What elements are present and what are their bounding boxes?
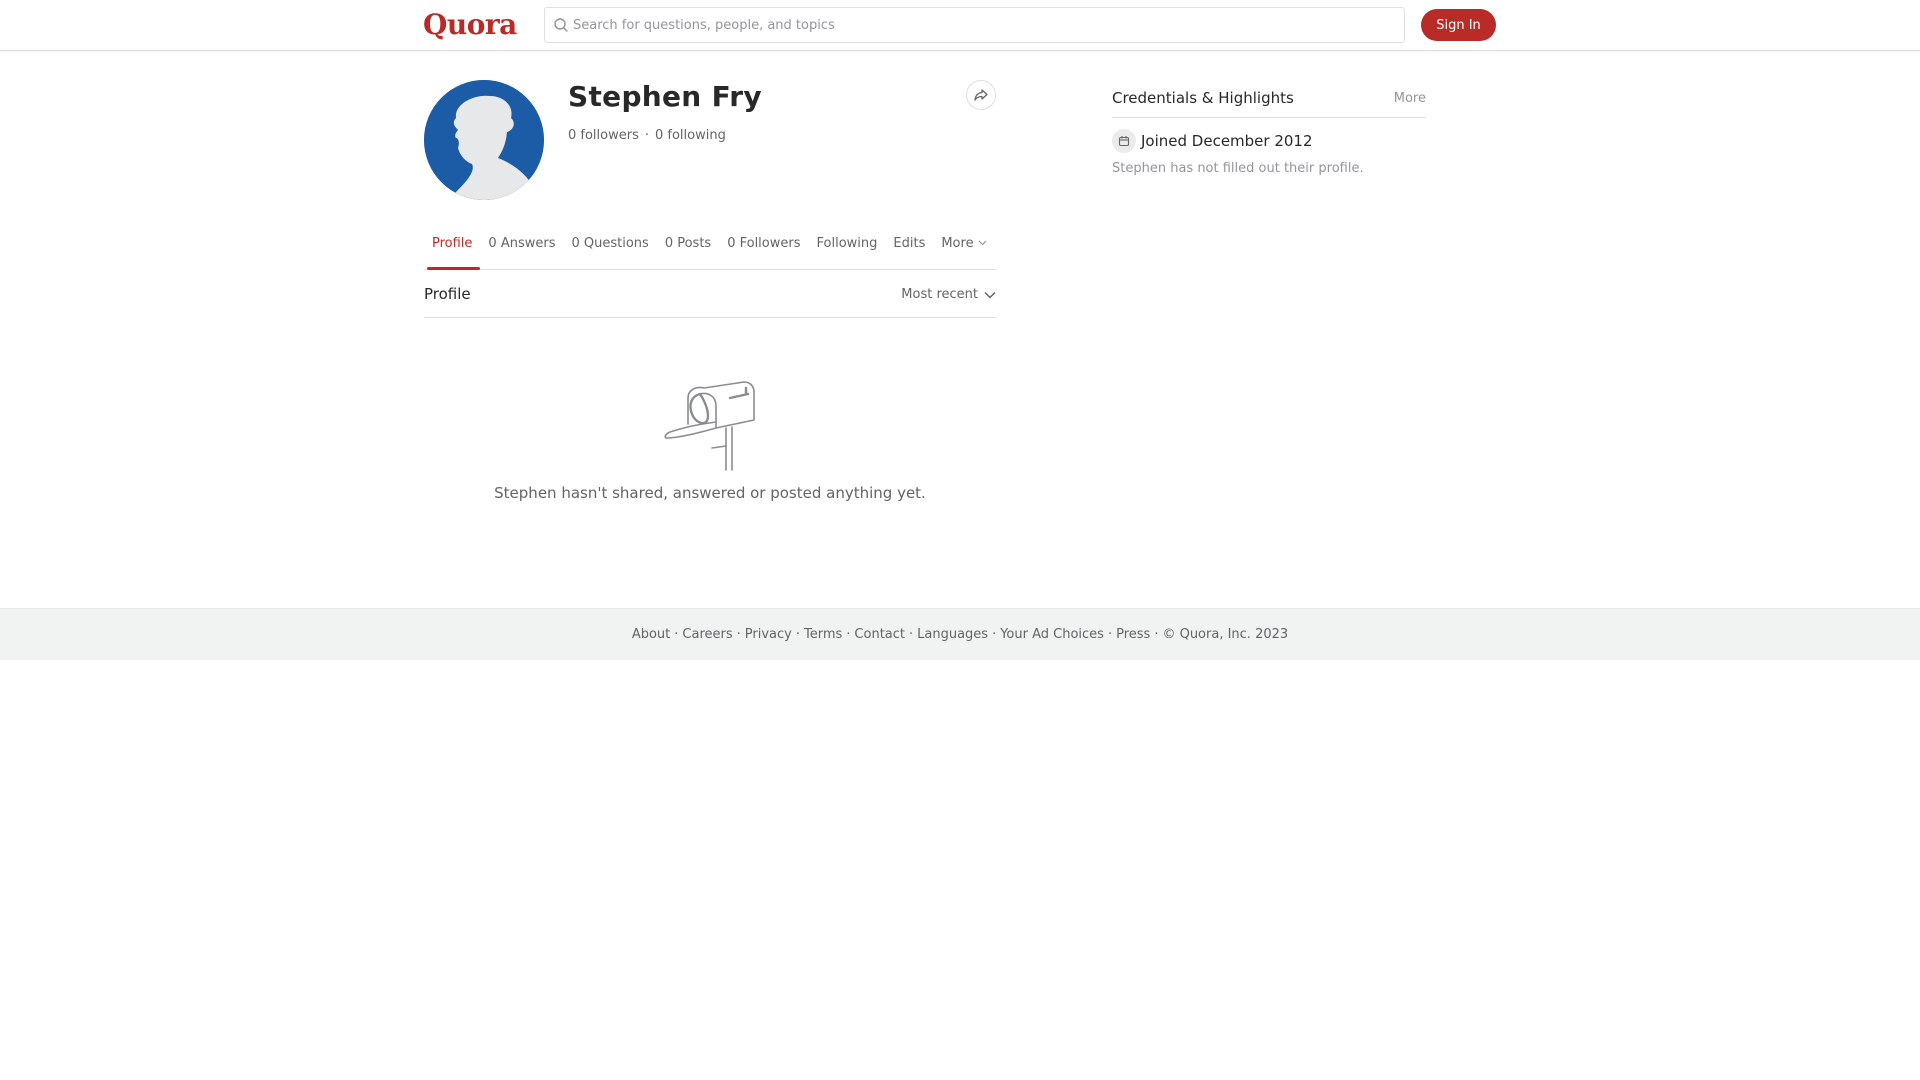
footer-link-contact[interactable]: Contact: [854, 627, 905, 642]
quora-logo[interactable]: Quora: [423, 8, 517, 41]
joined-date: Joined December 2012: [1141, 132, 1313, 150]
default-avatar-icon: [424, 80, 544, 200]
stats-separator: ·: [644, 128, 649, 143]
footer-link-ad-choices[interactable]: Your Ad Choices: [1000, 627, 1104, 642]
chevron-down-icon: [984, 291, 996, 299]
credentials-header: Credentials & Highlights More: [1112, 85, 1426, 118]
tab-posts[interactable]: 0 Posts: [657, 229, 719, 269]
followers-link[interactable]: 0 followers: [568, 128, 639, 143]
tab-answers[interactable]: 0 Answers: [480, 229, 563, 269]
feed-title: Profile: [424, 285, 471, 303]
tab-profile[interactable]: Profile: [424, 229, 481, 270]
share-icon: [974, 89, 988, 101]
footer-copyright: © Quora, Inc. 2023: [1162, 627, 1289, 642]
sign-in-button[interactable]: Sign In: [1421, 9, 1496, 41]
footer-link-terms[interactable]: Terms: [804, 627, 842, 642]
credentials-more-link[interactable]: More: [1394, 91, 1426, 106]
search-input[interactable]: [573, 14, 1393, 36]
follow-stats: 0 followers · 0 following: [568, 128, 726, 143]
top-navbar: Quora Sign In: [0, 0, 1920, 51]
footer: About · Careers · Privacy · Terms · Contact ·…: [0, 608, 1920, 660]
profile-empty-note: Stephen has not filled out their profile…: [1112, 161, 1364, 176]
credentials-title: Credentials & Highlights: [1112, 89, 1294, 107]
chevron-down-icon: [978, 240, 987, 246]
footer-separator: ·: [846, 627, 851, 642]
footer-link-languages[interactable]: Languages: [917, 627, 988, 642]
tab-followers[interactable]: 0 Followers: [719, 229, 808, 269]
following-link[interactable]: 0 following: [655, 128, 726, 143]
footer-link-privacy[interactable]: Privacy: [745, 627, 792, 642]
footer-link-careers[interactable]: Careers: [682, 627, 732, 642]
search-icon: [554, 18, 568, 32]
profile-name: Stephen Fry: [568, 80, 762, 113]
footer-separator: ·: [795, 627, 800, 642]
joined-date-row: Joined December 2012: [1112, 129, 1313, 153]
tab-questions[interactable]: 0 Questions: [563, 229, 656, 269]
avatar: [424, 80, 544, 200]
footer-separator: ·: [909, 627, 914, 642]
footer-separator: ·: [736, 627, 741, 642]
footer-link-about[interactable]: About: [632, 627, 670, 642]
sort-label: Most recent: [901, 287, 978, 302]
feed-header: Profile Most recent: [424, 270, 996, 318]
footer-separator: ·: [1154, 627, 1159, 642]
footer-separator: ·: [674, 627, 679, 642]
share-button[interactable]: [966, 80, 996, 110]
footer-link-press[interactable]: Press: [1116, 627, 1150, 642]
profile-tabs: Profile 0 Answers 0 Questions 0 Posts 0 …: [424, 229, 996, 270]
tab-more[interactable]: More: [933, 229, 994, 269]
tab-edits[interactable]: Edits: [885, 229, 933, 269]
search-box[interactable]: [544, 7, 1405, 43]
sort-dropdown[interactable]: Most recent: [901, 287, 996, 302]
tab-following[interactable]: Following: [809, 229, 886, 269]
empty-state-message: Stephen hasn't shared, answered or poste…: [494, 484, 926, 502]
mailbox-illustration: [664, 381, 755, 471]
calendar-icon: [1112, 129, 1136, 153]
footer-separator: ·: [1107, 627, 1113, 642]
footer-separator: ·: [992, 627, 997, 642]
